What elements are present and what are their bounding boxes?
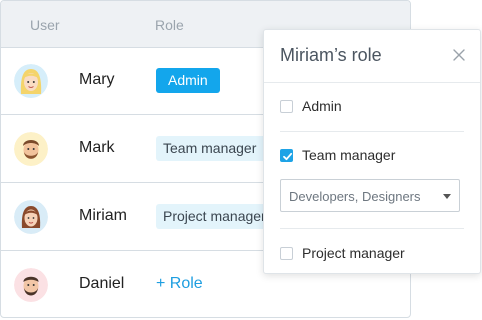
avatar <box>14 132 48 166</box>
role-badge-admin[interactable]: Admin <box>156 68 220 93</box>
role-option-team-manager[interactable]: Team manager <box>280 145 464 169</box>
close-icon[interactable] <box>452 48 466 62</box>
role-popover: Miriam’s role Admin Team manager Develop… <box>263 29 481 274</box>
role-option-admin[interactable]: Admin <box>280 96 464 120</box>
column-header-role: Role <box>155 17 184 33</box>
teams-select[interactable]: Developers, Designers <box>280 179 460 212</box>
team-manager-checkbox[interactable] <box>280 149 293 162</box>
add-role-link[interactable]: + Role <box>156 275 203 293</box>
popover-header: Miriam’s role <box>264 30 480 83</box>
role-option-label: Project manager <box>302 245 405 261</box>
user-name: Miriam <box>79 207 127 224</box>
user-name: Mark <box>79 139 115 156</box>
role-option-project-manager[interactable]: Project manager <box>280 243 464 267</box>
admin-checkbox[interactable] <box>280 100 293 113</box>
role-badge-team-manager[interactable]: Team manager <box>156 136 268 161</box>
role-option-label: Admin <box>302 98 342 114</box>
user-name: Mary <box>79 71 115 88</box>
chevron-down-icon <box>443 194 451 199</box>
divider <box>280 131 464 132</box>
divider <box>280 228 464 229</box>
checkmark-icon <box>283 152 293 161</box>
user-name: Daniel <box>79 275 125 292</box>
avatar <box>14 64 48 98</box>
avatar <box>14 268 48 302</box>
role-badge-project-manager[interactable]: Project manager <box>156 204 277 229</box>
role-option-label: Team manager <box>302 147 396 163</box>
popover-title: Miriam’s role <box>280 45 382 65</box>
column-header-user: User <box>30 17 60 33</box>
project-manager-checkbox[interactable] <box>280 247 293 260</box>
teams-select-value: Developers, Designers <box>289 189 421 204</box>
avatar <box>14 200 48 234</box>
